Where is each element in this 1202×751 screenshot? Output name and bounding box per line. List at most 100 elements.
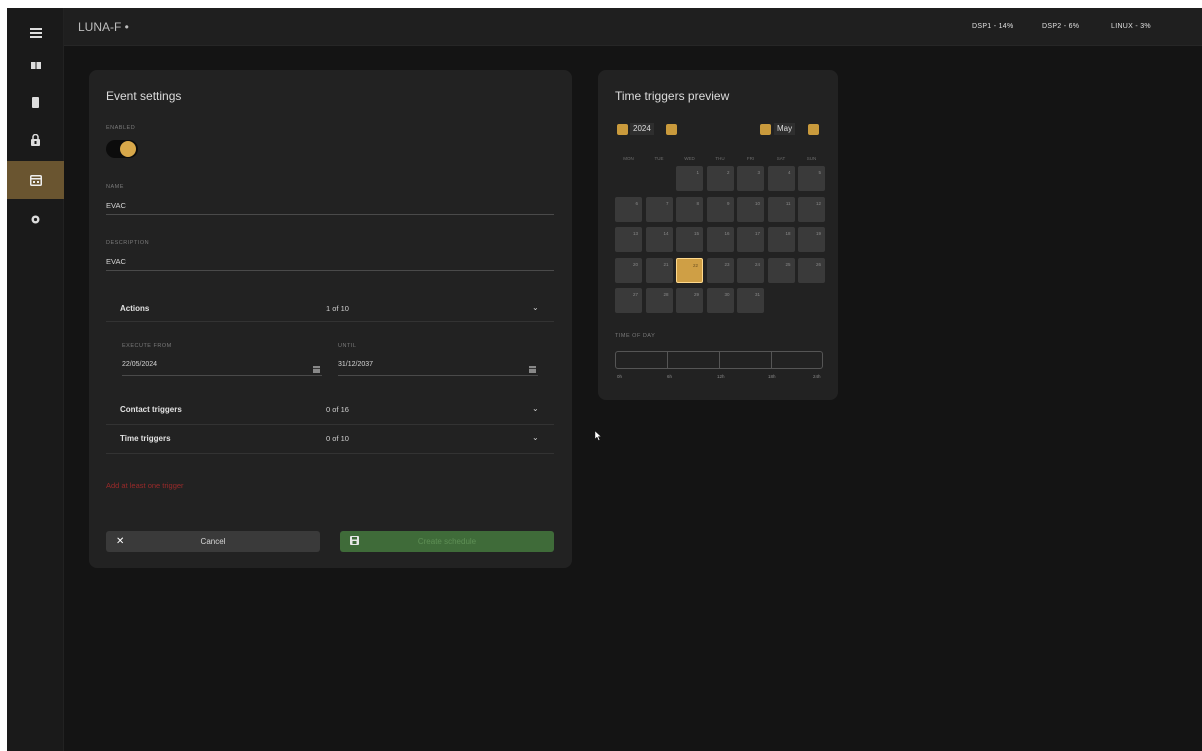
- calendar-day-number: 4: [787, 170, 791, 175]
- calendar-day[interactable]: 11: [767, 196, 795, 222]
- create-schedule-button[interactable]: Create schedule: [340, 531, 554, 552]
- calendar-day[interactable]: 27: [615, 288, 642, 313]
- time-of-day-bar[interactable]: [615, 351, 823, 369]
- linux-stat: LINUX - 3%: [1111, 23, 1151, 30]
- timebar-tick: [667, 352, 668, 368]
- year-value: 2024: [630, 123, 654, 135]
- time-label-6h: 6h: [667, 374, 673, 379]
- calendar-day-number: 19: [815, 231, 821, 236]
- contact-triggers-count: 0 of 16: [326, 405, 349, 414]
- app-title[interactable]: LUNA-F •: [78, 20, 129, 34]
- time-label-24h: 24h: [813, 374, 821, 379]
- prev-year-button[interactable]: [617, 124, 628, 135]
- calendar-day-number: 22: [692, 262, 698, 268]
- device-icon[interactable]: [7, 83, 64, 121]
- time-label-18h: 18h: [768, 374, 776, 379]
- calendar-day[interactable]: 12: [798, 196, 825, 222]
- calendar-day[interactable]: 20: [615, 257, 642, 283]
- calendar-day-number: 14: [663, 231, 669, 236]
- calendar-day[interactable]: 15: [676, 227, 703, 252]
- calendar-day-number: 9: [726, 200, 730, 206]
- calendar-day[interactable]: 17: [737, 227, 764, 252]
- calendar-day-number: 15: [693, 231, 699, 236]
- calendar-day-number: 6: [635, 200, 638, 206]
- calendar-day-number: 21: [663, 261, 669, 267]
- calendar-day[interactable]: 18: [767, 227, 795, 252]
- next-year-button[interactable]: [666, 124, 677, 135]
- calendar-day[interactable]: 29: [676, 288, 703, 313]
- prev-month-button[interactable]: [760, 124, 771, 135]
- calendar-day-number: 10: [754, 200, 760, 206]
- execute-from-label: EXECUTE FROM: [122, 343, 172, 349]
- enabled-toggle[interactable]: [106, 140, 138, 158]
- calendar-day[interactable]: 3: [737, 166, 764, 191]
- calendar-day-number: 3: [757, 170, 760, 175]
- weekday-sat: SAT: [776, 156, 786, 161]
- calendar-day[interactable]: 19: [798, 227, 825, 252]
- chevron-down-icon[interactable]: ⌄: [532, 404, 539, 413]
- toggle-knob: [120, 141, 136, 157]
- time-label-12h: 12h: [717, 374, 725, 379]
- name-underline: [106, 214, 554, 215]
- calendar-day[interactable]: 22: [676, 257, 703, 283]
- calendar-day[interactable]: 8: [676, 196, 703, 222]
- next-month-button[interactable]: [808, 124, 819, 135]
- calendar-day-number: 7: [665, 200, 669, 206]
- contact-triggers-label: Contact triggers: [120, 405, 182, 414]
- close-icon: ✕: [116, 536, 125, 547]
- calendar-day[interactable]: 26: [798, 257, 825, 283]
- calendar-day[interactable]: 13: [615, 227, 642, 252]
- enabled-label: ENABLED: [106, 125, 136, 131]
- description-underline: [106, 270, 554, 271]
- weekday-sun: SUN: [806, 156, 817, 161]
- dsp2-stat: DSP2 - 6%: [1042, 23, 1080, 30]
- calendar-day[interactable]: 14: [645, 227, 673, 252]
- calendar-day-number: 29: [693, 292, 699, 297]
- calendar-day[interactable]: 10: [737, 196, 764, 222]
- calendar-day[interactable]: 28: [645, 288, 673, 313]
- calendar-day[interactable]: 23: [706, 257, 734, 283]
- calendar-day-number: 30: [724, 292, 730, 297]
- calendar-day[interactable]: 24: [737, 257, 764, 283]
- sidebar: [7, 8, 64, 751]
- cancel-button[interactable]: ✕ Cancel: [106, 531, 320, 552]
- chevron-down-icon[interactable]: ⌄: [532, 433, 539, 442]
- grid-icon[interactable]: [7, 46, 64, 84]
- calendar-day[interactable]: 9: [706, 196, 734, 222]
- calendar-day[interactable]: 6: [615, 196, 642, 222]
- calendar-day[interactable]: 30: [706, 288, 734, 313]
- calendar-icon[interactable]: [7, 161, 64, 199]
- until-input[interactable]: 31/12/2037: [338, 361, 373, 368]
- time-triggers-count: 0 of 10: [326, 434, 349, 443]
- calendar-day[interactable]: 25: [767, 257, 795, 283]
- calendar-day-number: 24: [754, 261, 760, 267]
- description-input[interactable]: EVAC: [106, 257, 126, 266]
- calendar-day[interactable]: 1: [676, 166, 703, 191]
- calendar-day[interactable]: 21: [645, 257, 673, 283]
- time-triggers-preview-panel: Time triggers preview 2024 May MON TUE WED…: [598, 70, 838, 400]
- actions-label: Actions: [120, 304, 150, 313]
- execute-from-input[interactable]: 22/05/2024: [122, 361, 157, 368]
- execute-from-underline: [122, 375, 322, 376]
- settings-icon[interactable]: [7, 200, 64, 238]
- calendar-day[interactable]: 7: [645, 196, 673, 222]
- until-underline: [338, 375, 538, 376]
- calendar-day-number: 8: [696, 200, 699, 206]
- calendar-day-number: 28: [663, 292, 669, 297]
- calendar-day-number: 23: [724, 261, 730, 267]
- contact-divider: [106, 424, 554, 425]
- calendar-day[interactable]: 5: [798, 166, 825, 191]
- lock-icon[interactable]: [7, 121, 64, 159]
- calendar-day[interactable]: 31: [737, 288, 764, 313]
- calendar-day-number: 13: [632, 231, 638, 236]
- name-input[interactable]: EVAC: [106, 201, 126, 210]
- calendar-day[interactable]: 4: [767, 166, 795, 191]
- timebar-tick: [719, 352, 720, 368]
- calendar-day[interactable]: 16: [706, 227, 734, 252]
- chevron-down-icon[interactable]: ⌄: [532, 303, 539, 312]
- panel-title: Event settings: [106, 89, 182, 103]
- mouse-cursor-icon: [594, 428, 602, 446]
- top-bar: LUNA-F • DSP1 - 14% DSP2 - 6% LINUX - 3%: [64, 8, 1202, 46]
- calendar-title: Time triggers preview: [615, 89, 730, 103]
- calendar-day[interactable]: 2: [706, 166, 734, 191]
